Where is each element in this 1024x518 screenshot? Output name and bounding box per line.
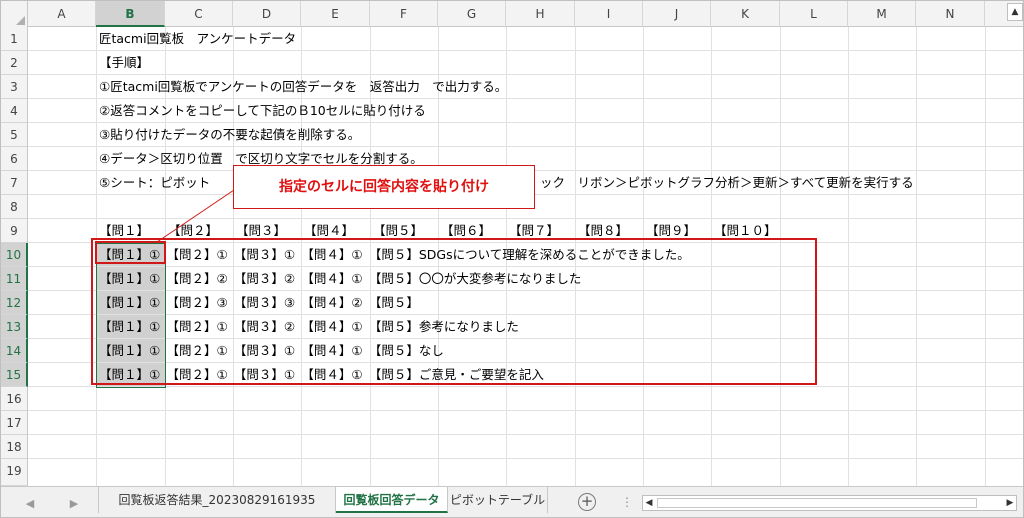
cell-b5[interactable]: ③貼り付けたデータの不要な起債を削除する。 [99,124,360,146]
row-header-11[interactable]: 11 [1,267,28,291]
column-header-m[interactable]: M [848,1,916,27]
scrollbar-thumb[interactable] [657,498,977,508]
cell-b3[interactable]: ①匠tacmi回覧板でアンケートの回答データを 返答出力 で出力する。 [99,76,507,98]
cell-b7-tail: ック リボン＞ピボットグラフ分析＞更新＞すべて更新を実行する [540,175,914,190]
column-header-j[interactable]: J [643,1,711,27]
row-header-9[interactable]: 9 [1,219,28,243]
cell-b1[interactable]: 匠tacmi回覧板 アンケートデータ [99,28,296,50]
row-header-19[interactable]: 19 [1,459,28,486]
row-header-8[interactable]: 8 [1,195,28,219]
column-header-c[interactable]: C [165,1,233,27]
row-header-10[interactable]: 10 [1,243,28,267]
sheet-tab-3[interactable]: ピボットテーブル [448,487,548,513]
sheet-tabs-bar: ◀ ▶ 回覧板返答結果_20230829161935 回覧板回答データ ピボット… [1,486,1023,517]
callout-paste-instruction: 指定のセルに回答内容を貼り付け [233,165,535,209]
highlight-b10-box [95,241,166,264]
cell-b2[interactable]: 【手順】 [99,52,149,74]
row-header-7[interactable]: 7 [1,171,28,195]
cell-b4[interactable]: ②返答コメントをコピーして下記のＢ10セルに貼り付ける [99,100,426,122]
row-header-6[interactable]: 6 [1,147,28,171]
column-header-n[interactable]: N [916,1,985,27]
column-header-row: A B C D E F G H I J K L M N [1,1,1023,27]
row-header-16[interactable]: 16 [1,387,28,411]
row-header-18[interactable]: 18 [1,435,28,459]
cell-b7[interactable]: ⑤シート：ピボット [99,172,210,194]
scroll-right-arrow-icon[interactable]: ▶ [1004,496,1016,510]
row-header-5[interactable]: 5 [1,123,28,147]
horizontal-scrollbar[interactable]: ◀ ▶ [642,495,1017,511]
row-header-1[interactable]: 1 [1,27,28,51]
select-all-corner[interactable] [1,1,28,27]
next-sheet-arrow-icon[interactable]: ▶ [67,497,81,511]
column-header-g[interactable]: G [438,1,506,27]
row-header-17[interactable]: 17 [1,411,28,435]
row-header-14[interactable]: 14 [1,339,28,363]
spreadsheet-window: A B C D E F G H I J K L M N ▲ 1 2 3 4 5 … [0,0,1024,518]
tabs-overflow-icon[interactable]: ⋮ [621,495,634,509]
sheet-tab-1[interactable]: 回覧板返答結果_20230829161935 [98,487,336,513]
column-header-l[interactable]: L [780,1,848,27]
row-header-3[interactable]: 3 [1,75,28,99]
column-header-d[interactable]: D [233,1,301,27]
row-header-4[interactable]: 4 [1,99,28,123]
column-header-i[interactable]: I [575,1,643,27]
column-header-h[interactable]: H [506,1,575,27]
highlight-data-range-box [91,238,817,385]
previous-sheet-arrow-icon[interactable]: ◀ [23,497,37,511]
sheet-tab-2[interactable]: 回覧板回答データ [336,487,448,513]
column-header-k[interactable]: K [711,1,780,27]
column-header-b[interactable]: B [96,1,165,27]
scroll-left-arrow-icon[interactable]: ◀ [643,496,655,510]
row-header-12[interactable]: 12 [1,291,28,315]
column-header-a[interactable]: A [28,1,96,27]
row-header-13[interactable]: 13 [1,315,28,339]
column-header-f[interactable]: F [370,1,438,27]
scroll-up-arrow-icon[interactable]: ▲ [1007,3,1023,21]
column-header-e[interactable]: E [301,1,370,27]
row-header-15[interactable]: 15 [1,363,28,387]
row-header-2[interactable]: 2 [1,51,28,75]
add-sheet-icon[interactable]: + [578,493,596,511]
